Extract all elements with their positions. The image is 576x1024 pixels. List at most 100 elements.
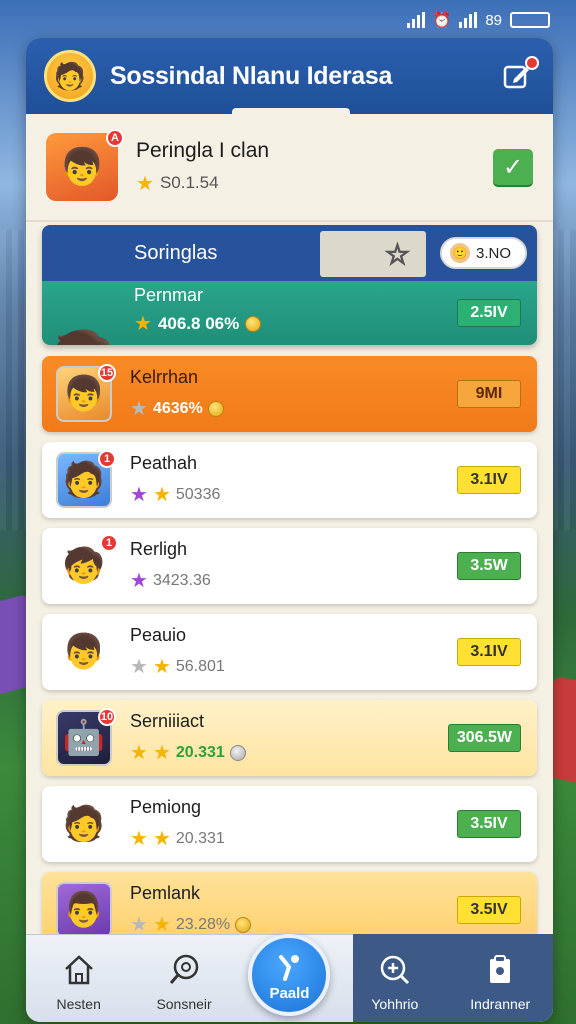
nav-explore[interactable]: Yohhrio — [350, 952, 440, 1012]
player-value-button[interactable]: 3.1IV — [457, 466, 521, 494]
player-score-line: ★ ★ 20.331 — [130, 740, 246, 765]
coin-icon — [229, 744, 246, 761]
star-icon: ★ — [130, 398, 148, 420]
player-name: Peathah — [130, 453, 198, 473]
header-tab-notch — [232, 108, 350, 116]
player-avatar: 🤖 10 — [56, 708, 116, 766]
nav-label: Indranner — [470, 996, 531, 1012]
nav-play[interactable]: Paald — [244, 934, 334, 1016]
magnifier-plus-icon — [380, 955, 409, 985]
player-name: Pemiong — [130, 797, 202, 817]
profile-score: S0.1.54 — [159, 173, 219, 192]
highlight-player-score: 406.8 06% — [157, 313, 240, 333]
play-icon — [279, 954, 300, 981]
rank-badge: 15 — [98, 364, 116, 382]
list-item[interactable]: 🧒 1 Rerligh ★ 3423.36 3.5W — [42, 528, 537, 604]
coin-icon — [235, 916, 252, 933]
star-icon: ★ — [152, 828, 171, 850]
highlight-label: Soringlas — [134, 241, 218, 264]
signal-icon — [406, 12, 425, 28]
player-score-line: ★ ★ 20.331 — [130, 826, 225, 851]
star-icon: ★ — [130, 828, 148, 850]
player-value-button[interactable]: 3.5IV — [457, 896, 521, 924]
player-score: 20.331 — [175, 829, 225, 847]
nav-label: Yohhrio — [371, 996, 419, 1012]
player-name: Pemlank — [130, 883, 201, 903]
coin-icon — [207, 400, 224, 417]
player-score-line: ★ 3423.36 — [130, 568, 211, 593]
player-score: 4636% — [152, 399, 203, 417]
app-logo-avatar[interactable]: 🧑 — [44, 50, 96, 102]
bottom-navigation: Nesten Sonsneir Paald Yohhrio Indranner — [26, 934, 553, 1022]
highlight-card[interactable]: Soringlas ☆ 🙂 3.NO 🧒 Pernmar ★ 406.8 06%… — [42, 225, 537, 345]
list-item[interactable]: 🧑 1 Peathah ★ ★ 50336 3.1IV — [42, 442, 537, 518]
player-value-button[interactable]: 306.5W — [447, 724, 521, 752]
player-name: Peauio — [130, 625, 187, 645]
player-score: 23.28% — [175, 915, 231, 933]
leaderboard-panel: 🧑 Sossindal Nlanu Iderasa 👦 A Peringla I… — [26, 38, 553, 1022]
star-icon: ★ — [152, 742, 171, 764]
profile-badge: A — [106, 129, 124, 147]
highlight-pill[interactable]: 🙂 3.NO — [439, 237, 527, 269]
status-bar: ⏰ 89 — [0, 0, 576, 40]
star-icon: ★ — [130, 742, 148, 764]
nav-inventory[interactable]: Indranner — [455, 952, 545, 1012]
player-score: 56.801 — [175, 657, 225, 675]
mini-avatar-icon: 🙂 — [449, 243, 470, 263]
nav-label: Nesten — [56, 996, 101, 1012]
nav-label: Paald — [269, 984, 310, 1002]
star-icon: ★ — [130, 570, 148, 592]
star-icon: ★ — [134, 313, 152, 335]
home-icon — [64, 955, 93, 985]
player-value-button[interactable]: 9MI — [457, 380, 521, 408]
play-button[interactable]: Paald — [248, 934, 331, 1016]
highlight-header: Soringlas ☆ 🙂 3.NO — [42, 225, 537, 281]
star-icon: ★ — [136, 172, 154, 195]
list-item[interactable]: 👦 15 Kelrrhan ★ 4636% 9MI — [42, 356, 537, 432]
player-avatar: 👦 15 — [56, 364, 116, 422]
player-value-button[interactable]: 3.5IV — [457, 810, 521, 838]
player-value-button[interactable]: 3.5W — [457, 552, 521, 580]
highlight-player-score-line: ★ 406.8 06% — [134, 311, 262, 336]
header: 🧑 Sossindal Nlanu Iderasa — [26, 38, 553, 116]
player-name: Serniiiact — [130, 711, 205, 731]
star-icon: ★ — [152, 656, 171, 678]
profile-name: Peringla I clan — [136, 138, 270, 162]
highlight-player-row: 🧒 Pernmar ★ 406.8 06% 2.5IV — [42, 281, 537, 345]
list-item[interactable]: 🤖 10 Serniiiact ★ ★ 20.331 306.5W — [42, 700, 537, 776]
favorite-star-button[interactable]: ☆ — [320, 231, 426, 277]
highlight-value-button[interactable]: 2.5IV — [457, 299, 521, 327]
player-avatar: 🧒 1 — [56, 534, 118, 594]
status-signal-text: 89 — [485, 11, 502, 29]
star-outline-icon: ☆ — [384, 238, 411, 271]
player-avatar: 👨 — [56, 882, 112, 938]
edit-button[interactable] — [499, 56, 539, 94]
rank-badge: 1 — [98, 450, 116, 468]
player-avatar: 🧑 — [62, 805, 106, 843]
confirm-check-button[interactable]: ✓ — [493, 149, 533, 185]
clipboard-icon — [490, 955, 511, 983]
wifi-bars-icon — [459, 12, 478, 28]
profile-card[interactable]: 👦 A Peringla I clan ★ S0.1.54 ✓ — [26, 114, 553, 222]
player-score: 20.331 — [175, 743, 225, 761]
player-score-line: ★ ★ 50336 — [130, 482, 220, 507]
rank-badge: 10 — [98, 708, 116, 726]
page-title: Sossindal Nlanu Iderasa — [110, 61, 393, 90]
star-icon: ★ — [130, 656, 148, 678]
player-score-line: ★ 4636% — [130, 396, 224, 421]
search-icon — [169, 954, 199, 984]
notification-dot — [525, 56, 539, 70]
player-score-line: ★ ★ 56.801 — [130, 654, 225, 679]
nav-home[interactable]: Nesten — [34, 952, 124, 1012]
profile-score-line: ★ S0.1.54 — [136, 171, 493, 196]
star-icon: ★ — [130, 484, 148, 506]
player-value-button[interactable]: 3.1IV — [457, 638, 521, 666]
coin-icon — [245, 315, 262, 332]
nav-search[interactable]: Sonsneir — [139, 952, 229, 1012]
list-item[interactable]: 🧑 Pemiong ★ ★ 20.331 3.5IV — [42, 786, 537, 862]
rank-badge: 1 — [100, 534, 118, 552]
list-item[interactable]: 👦 Peauio ★ ★ 56.801 3.1IV — [42, 614, 537, 690]
highlight-player-name: Pernmar — [134, 285, 204, 305]
alarm-icon: ⏰ — [432, 12, 452, 29]
star-icon: ★ — [152, 484, 171, 506]
